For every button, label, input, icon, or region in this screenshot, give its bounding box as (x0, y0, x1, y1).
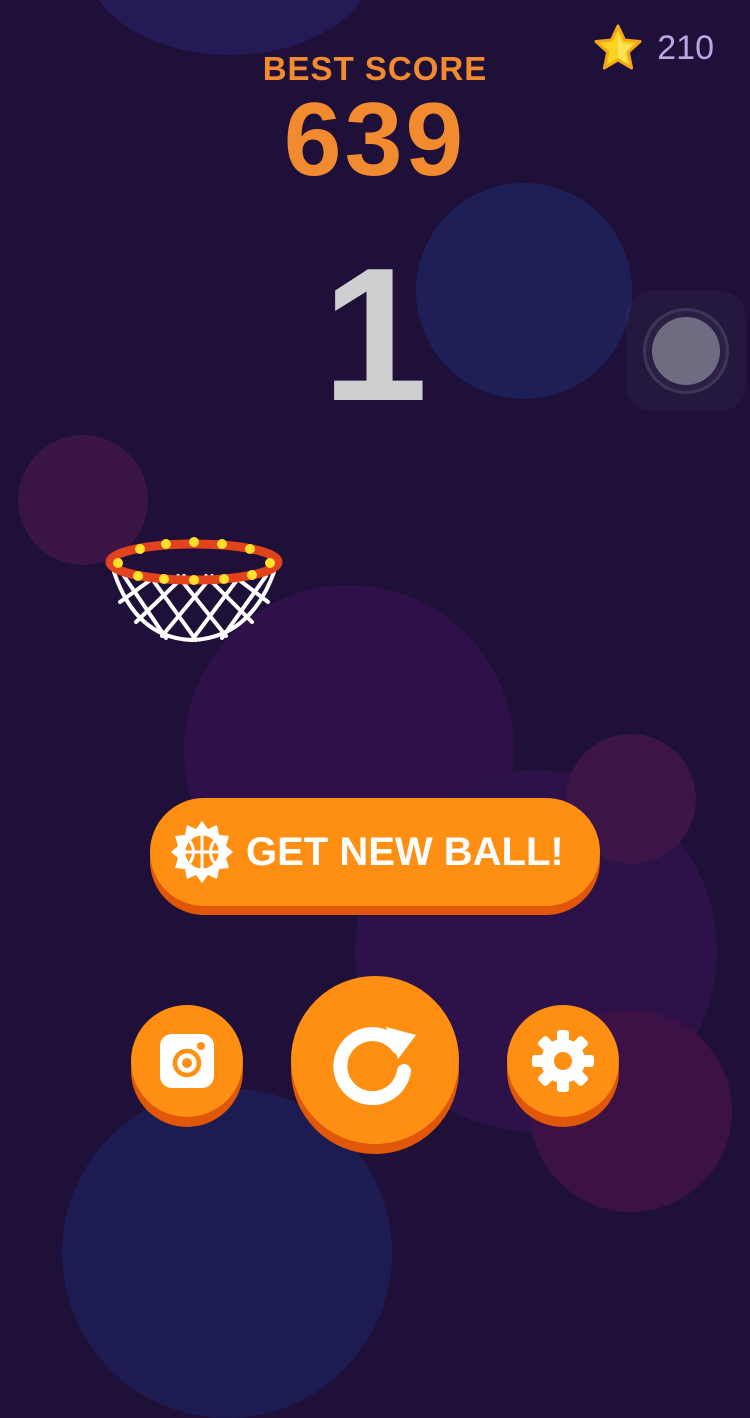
instagram-icon (160, 1034, 214, 1088)
basketball-hoop (105, 537, 283, 643)
assistive-touch-button[interactable] (626, 291, 746, 411)
get-new-ball-label: GET NEW BALL! (246, 829, 564, 874)
best-score-value: 639 (283, 82, 467, 198)
gear-icon (532, 1030, 594, 1092)
instagram-button[interactable] (131, 1005, 243, 1117)
restart-icon (333, 1027, 416, 1105)
settings-button[interactable] (507, 1005, 619, 1117)
get-new-ball-button[interactable]: GET NEW BALL! (150, 798, 600, 906)
restart-button[interactable] (291, 976, 459, 1144)
background-bubble (85, 0, 375, 55)
basketball-badge-icon (171, 821, 233, 883)
